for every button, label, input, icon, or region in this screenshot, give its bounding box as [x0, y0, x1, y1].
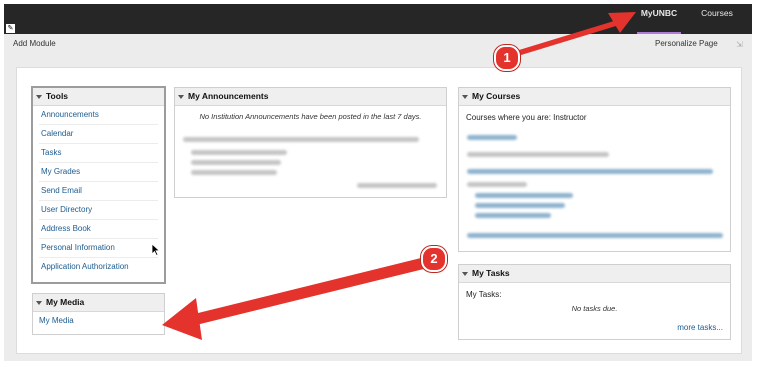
callout-badge-2: 2 — [421, 246, 447, 272]
callout-badge-1: 1 — [494, 45, 520, 71]
annotation-arrows — [162, 12, 636, 340]
arrow-to-my-media — [162, 255, 436, 340]
arrow-to-myunbc — [506, 12, 636, 59]
